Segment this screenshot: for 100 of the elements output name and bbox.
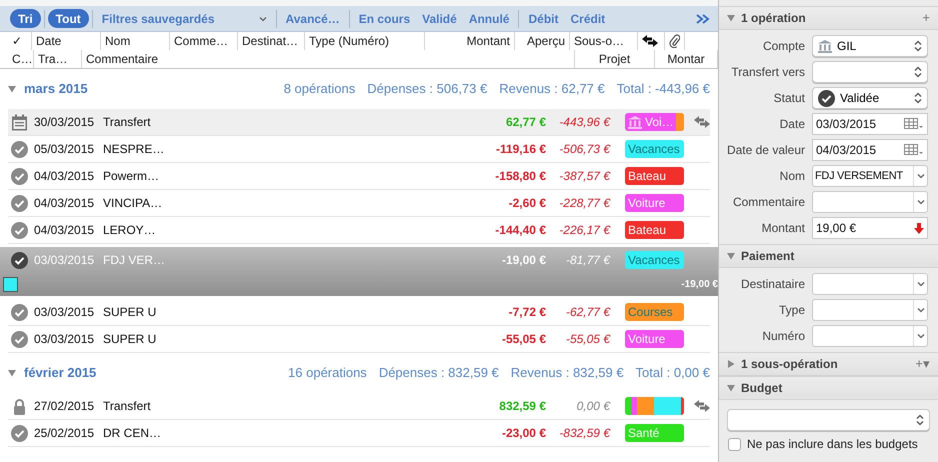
combo-field[interactable]: FDJ VERSEMENT <box>812 165 928 187</box>
column-header[interactable]: Projet <box>598 50 630 68</box>
amount-field[interactable]: 19,00 € <box>812 217 928 239</box>
section-header[interactable]: Paiement <box>719 244 938 268</box>
status-check-icon <box>10 424 28 442</box>
checkbox[interactable] <box>728 438 741 450</box>
combo-field[interactable] <box>812 299 928 321</box>
more-chevrons-icon[interactable] <box>696 14 710 24</box>
transaction-row[interactable]: 30/03/2015 Transfert 62,77 € -443,96 € Voi… <box>8 109 710 136</box>
column-header[interactable]: Montar <box>667 50 705 68</box>
tag-label: Santé <box>628 427 660 439</box>
calendar-icon <box>10 114 28 130</box>
popup-button[interactable] <box>727 409 930 431</box>
name-cell-text: SUPER U <box>103 304 158 321</box>
section-header[interactable]: 1 opération + <box>719 6 938 30</box>
bank-icon <box>628 116 642 128</box>
group-total: Total : -443,96 € <box>616 80 710 98</box>
transfer-icon <box>642 35 658 47</box>
bank-icon <box>818 40 832 52</box>
name-cell-text: Transfert <box>103 398 152 415</box>
amount-cell-text: -7,72 € <box>508 304 546 321</box>
filter-button[interactable]: Tri <box>10 9 41 28</box>
date-cell-text: 04/03/2015 <box>34 195 96 212</box>
field-label: Date <box>778 116 805 133</box>
name-cell-text: Transfert <box>103 114 152 131</box>
combo-field[interactable] <box>812 325 928 347</box>
status-check-icon <box>10 330 28 348</box>
name-cell-text: FDJ VER… <box>103 252 166 269</box>
disclosure-triangle-icon[interactable] <box>727 384 735 392</box>
tag-label: Voiture <box>628 333 666 345</box>
field-label: Compte <box>762 38 805 55</box>
column-header[interactable]: Commentaire <box>86 50 158 68</box>
field-label: Statut <box>772 90 805 107</box>
field-label: Montant <box>760 220 805 237</box>
disclosure-triangle-icon[interactable] <box>727 252 735 260</box>
disclosure-triangle-icon[interactable] <box>727 14 735 22</box>
name-cell-text: NESPRE… <box>103 141 166 158</box>
disclosure-triangle-icon[interactable] <box>8 85 16 93</box>
column-header[interactable]: Tra… <box>38 50 68 68</box>
combo-field[interactable] <box>812 191 928 213</box>
column-header[interactable]: Destinat… <box>242 32 298 50</box>
tag-label: Courses <box>628 306 673 318</box>
date-field[interactable]: 03/03/2015 <box>812 113 928 135</box>
combo-field[interactable] <box>812 273 928 295</box>
section-title: Budget <box>741 380 782 397</box>
operation-count: 8 opérations <box>284 80 356 98</box>
popup-button[interactable]: Validée <box>812 87 928 109</box>
transaction-row[interactable]: 03/03/2015 FDJ VER… -19,00 € -81,77 € Vacances -19,00 € <box>0 247 718 296</box>
amount-cell-text: -119,16 € <box>494 141 546 158</box>
date-field[interactable]: 04/03/2015 <box>812 139 928 161</box>
column-header[interactable]: Type (Numéro) <box>309 32 390 50</box>
filter-button[interactable]: Tout <box>48 9 89 28</box>
column-header[interactable]: C… <box>12 50 33 68</box>
disclosure-triangle-icon[interactable] <box>727 360 735 368</box>
popup-button[interactable]: GIL <box>812 35 928 57</box>
column-header[interactable]: Comme… <box>174 32 228 50</box>
name-cell-text: LEROY… <box>103 222 157 239</box>
section-title: 1 sous-opération <box>741 356 838 373</box>
amount-cell-text: 832,59 € <box>498 398 546 415</box>
column-header[interactable]: Montant <box>466 32 510 50</box>
balance-cell-text: -832,59 € <box>558 425 610 442</box>
popup-button[interactable] <box>812 61 928 83</box>
expenses-total: Dépenses : 506,73 € <box>367 80 488 98</box>
stepper-icon <box>916 414 924 426</box>
balance-cell-text: -62,77 € <box>564 304 610 321</box>
column-header[interactable]: ✓ <box>12 32 22 50</box>
tag-label: Voiture <box>628 197 666 209</box>
column-header[interactable]: Aperçu <box>526 32 565 50</box>
add-button[interactable]: + <box>922 8 930 28</box>
date-cell-text: 03/03/2015 <box>34 252 96 269</box>
balance-cell-text: -226,17 € <box>558 222 610 239</box>
group-total: Total : 0,00 € <box>636 364 710 382</box>
field-label: Type <box>778 302 805 319</box>
status-check-icon <box>10 168 28 184</box>
operation-count: 16 opérations <box>288 364 367 382</box>
calendar-grid-icon <box>904 118 924 130</box>
tag-label: Bateau <box>628 170 666 182</box>
balance-cell-text: -228,77 € <box>558 195 610 212</box>
disclosure-triangle-icon[interactable] <box>8 369 16 377</box>
status-check-icon <box>10 222 28 238</box>
tag-label: Vacances <box>628 143 680 155</box>
balance-cell-text: -387,57 € <box>558 168 610 185</box>
stepper-icon <box>914 92 922 104</box>
status-check-icon <box>10 194 28 212</box>
column-header[interactable]: Nom <box>105 32 130 50</box>
section-header[interactable]: 1 sous-opération +▾ <box>719 352 938 376</box>
stepper-icon <box>914 66 922 78</box>
chevron-down-icon <box>916 281 924 287</box>
date-cell-text: 05/03/2015 <box>34 141 96 158</box>
date-cell-text: 27/02/2015 <box>34 398 96 415</box>
date-cell-text: 03/03/2015 <box>34 331 96 348</box>
section-header[interactable]: Budget <box>719 376 938 400</box>
column-header[interactable]: Date <box>36 32 62 50</box>
column-header[interactable]: Sous-o… <box>574 32 624 50</box>
amount-cell-text: -55,05 € <box>500 331 546 348</box>
stepper-icon <box>914 40 922 52</box>
add-button[interactable]: +▾ <box>915 354 930 374</box>
amount-cell-text: 62,77 € <box>504 114 546 131</box>
amount-cell-text: -144,40 € <box>494 222 546 239</box>
chevron-down-icon <box>916 307 924 313</box>
